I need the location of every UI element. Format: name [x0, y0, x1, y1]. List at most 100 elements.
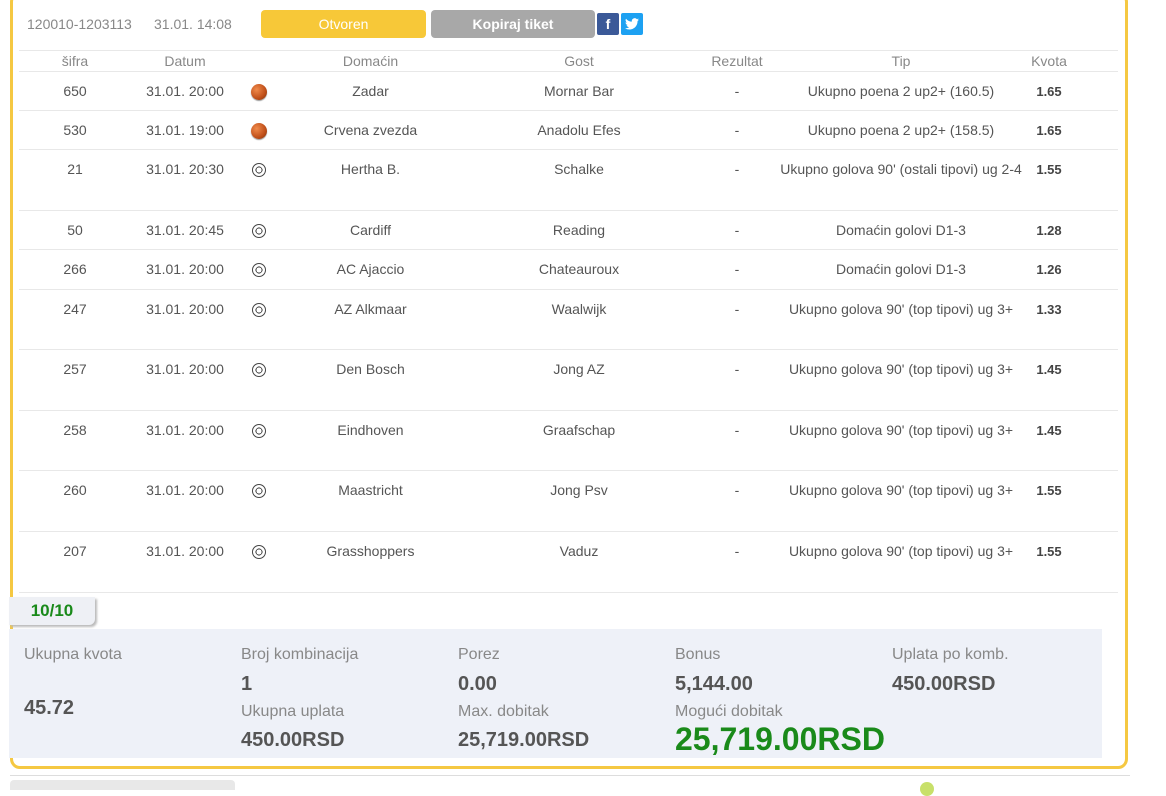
- soccer-ball-icon: [252, 363, 266, 378]
- cell-rezultat: -: [734, 543, 740, 559]
- soccer-ball-icon: [252, 263, 266, 278]
- cell-kvota: 1.33: [1036, 302, 1062, 317]
- header-gost: Gost: [564, 53, 594, 69]
- bonus-label: Bonus: [675, 646, 721, 663]
- match-count-badge: 10/10: [9, 597, 95, 625]
- cell-rezultat: -: [734, 261, 740, 277]
- cell-tip: Ukupno poena 2 up2+ (160.5): [807, 83, 995, 99]
- cell-gost: Vaduz: [559, 543, 599, 559]
- combinations-label: Broj kombinacija: [241, 646, 359, 663]
- cell-rezultat: -: [734, 161, 740, 177]
- facebook-icon[interactable]: f: [597, 13, 619, 35]
- header-domacin: Domaćin: [342, 53, 399, 69]
- basketball-icon: [251, 123, 267, 140]
- cell-datum: 31.01. 20:00: [146, 261, 224, 277]
- ticket-header: 120010-1203113 31.01. 14:08 Otvoren Kopi…: [27, 9, 643, 39]
- cell-sport: [239, 420, 279, 441]
- cell-sport: [239, 81, 279, 102]
- cell-gost: Mornar Bar: [543, 83, 615, 99]
- header-kvota: Kvota: [1031, 53, 1067, 69]
- status-dot-icon: [920, 782, 934, 796]
- cell-gost: Jong Psv: [550, 482, 608, 498]
- cell-domacin: Cardiff: [350, 222, 391, 238]
- cell-sport: [239, 359, 279, 380]
- cell-datum: 31.01. 20:00: [146, 543, 224, 559]
- header-sifra: šifra: [61, 53, 89, 69]
- tax-value: 0.00: [458, 673, 497, 695]
- matches-table: šifra Datum Domaćin Gost Rezultat Tip Kv…: [19, 50, 1118, 593]
- cell-datum: 31.01. 20:00: [146, 422, 224, 438]
- cell-gost: Chateauroux: [538, 261, 620, 277]
- cell-datum: 31.01. 20:45: [146, 222, 224, 238]
- cell-datum: 31.01. 20:00: [146, 361, 224, 377]
- table-row[interactable]: 266 31.01. 20:00 AC Ajaccio Chateauroux - Dom…: [19, 250, 1118, 290]
- cell-tip: Ukupno golova 90' (ostali tipovi) ug 2-4: [780, 161, 1022, 177]
- cell-gost: Schalke: [554, 161, 604, 177]
- cell-kvota: 1.26: [1036, 262, 1062, 277]
- max-win-label: Max. dobitak: [458, 703, 549, 720]
- soccer-ball-icon: [252, 303, 266, 318]
- header-tip: Tip: [891, 53, 911, 69]
- cell-tip: Ukupno golova 90' (top tipovi) ug 3+: [788, 301, 1014, 317]
- soccer-ball-icon: [252, 545, 266, 560]
- twitter-icon[interactable]: [621, 13, 643, 35]
- table-row[interactable]: 247 31.01. 20:00 AZ Alkmaar Waalwijk - Ukupno…: [19, 290, 1118, 350]
- basketball-icon: [251, 84, 267, 101]
- cell-rezultat: -: [734, 301, 740, 317]
- cell-kvota: 1.55: [1036, 162, 1062, 177]
- tax-label: Porez: [458, 646, 500, 663]
- table-row[interactable]: 530 31.01. 19:00 Crvena zvezda Anadolu Efes…: [19, 111, 1118, 150]
- cell-tip: Domaćin golovi D1-3: [836, 261, 966, 277]
- table-row[interactable]: 21 31.01. 20:30 Hertha B. Schalke - Ukupno go…: [19, 150, 1118, 211]
- cell-tip: Ukupno golova 90' (top tipovi) ug 3+: [788, 422, 1014, 438]
- table-row[interactable]: 650 31.01. 20:00 Zadar Mornar Bar - Ukupno po…: [19, 72, 1118, 111]
- cell-gost: Reading: [552, 222, 606, 238]
- cell-datum: 31.01. 20:30: [146, 161, 224, 177]
- soccer-ball-icon: [252, 224, 266, 239]
- total-odds-label: Ukupna kvota: [24, 646, 122, 663]
- cell-domacin: AZ Alkmaar: [334, 301, 407, 317]
- cell-kvota: 1.65: [1036, 123, 1062, 138]
- cell-rezultat: -: [734, 222, 740, 238]
- bottom-tab[interactable]: [10, 780, 235, 790]
- cell-domacin: Den Bosch: [336, 361, 405, 377]
- cell-domacin: Hertha B.: [340, 161, 401, 177]
- soccer-ball-icon: [252, 484, 266, 499]
- table-row[interactable]: 50 31.01. 20:45 Cardiff Reading - Domaćin gol…: [19, 211, 1118, 250]
- soccer-ball-icon: [252, 424, 266, 439]
- cell-kvota: 1.55: [1036, 483, 1062, 498]
- stake-per-combination-label: Uplata po komb.: [892, 646, 1009, 663]
- table-row[interactable]: 260 31.01. 20:00 Maastricht Jong Psv - Ukupno…: [19, 471, 1118, 532]
- ticket-id: 120010-1203113: [27, 16, 132, 32]
- possible-win-value: 25,719.00RSD: [675, 721, 885, 757]
- cell-sport: [239, 541, 279, 562]
- total-stake-value: 450.00RSD: [241, 729, 345, 751]
- cell-domacin: Maastricht: [338, 482, 403, 498]
- cell-sport: [239, 120, 279, 141]
- cell-kvota: 1.65: [1036, 84, 1062, 99]
- copy-ticket-button[interactable]: Kopiraj tiket: [431, 10, 595, 38]
- cell-domacin: Eindhoven: [337, 422, 404, 438]
- header-datum: Datum: [164, 53, 206, 69]
- table-row[interactable]: 207 31.01. 20:00 Grasshoppers Vaduz - Ukupno …: [19, 532, 1118, 593]
- combinations-value: 1: [241, 673, 253, 695]
- cell-sport: [239, 220, 279, 241]
- cell-tip: Ukupno golova 90' (top tipovi) ug 3+: [788, 361, 1014, 377]
- cell-tip: Ukupno golova 90' (top tipovi) ug 3+: [788, 482, 1014, 498]
- ticket-summary: Ukupna kvota 45.72 Broj kombinacija 1 Uk…: [9, 629, 1102, 758]
- table-row[interactable]: 258 31.01. 20:00 Eindhoven Graafschap - Ukupn…: [19, 411, 1118, 471]
- cell-kvota: 1.55: [1036, 544, 1062, 559]
- cell-sifra: 266: [63, 261, 87, 277]
- status-button[interactable]: Otvoren: [261, 10, 426, 38]
- table-row[interactable]: 257 31.01. 20:00 Den Bosch Jong AZ - Ukupno g…: [19, 350, 1118, 411]
- cell-datum: 31.01. 19:00: [146, 122, 224, 138]
- total-odds-value: 45.72: [24, 697, 75, 719]
- bonus-value: 5,144.00: [675, 673, 753, 695]
- cell-rezultat: -: [734, 83, 740, 99]
- soccer-ball-icon: [252, 163, 266, 178]
- cell-tip: Ukupno poena 2 up2+ (158.5): [807, 122, 995, 138]
- cell-sifra: 257: [63, 361, 87, 377]
- cell-gost: Anadolu Efes: [537, 122, 621, 138]
- possible-win-label: Mogući dobitak: [675, 703, 783, 720]
- cell-sifra: 207: [63, 543, 87, 559]
